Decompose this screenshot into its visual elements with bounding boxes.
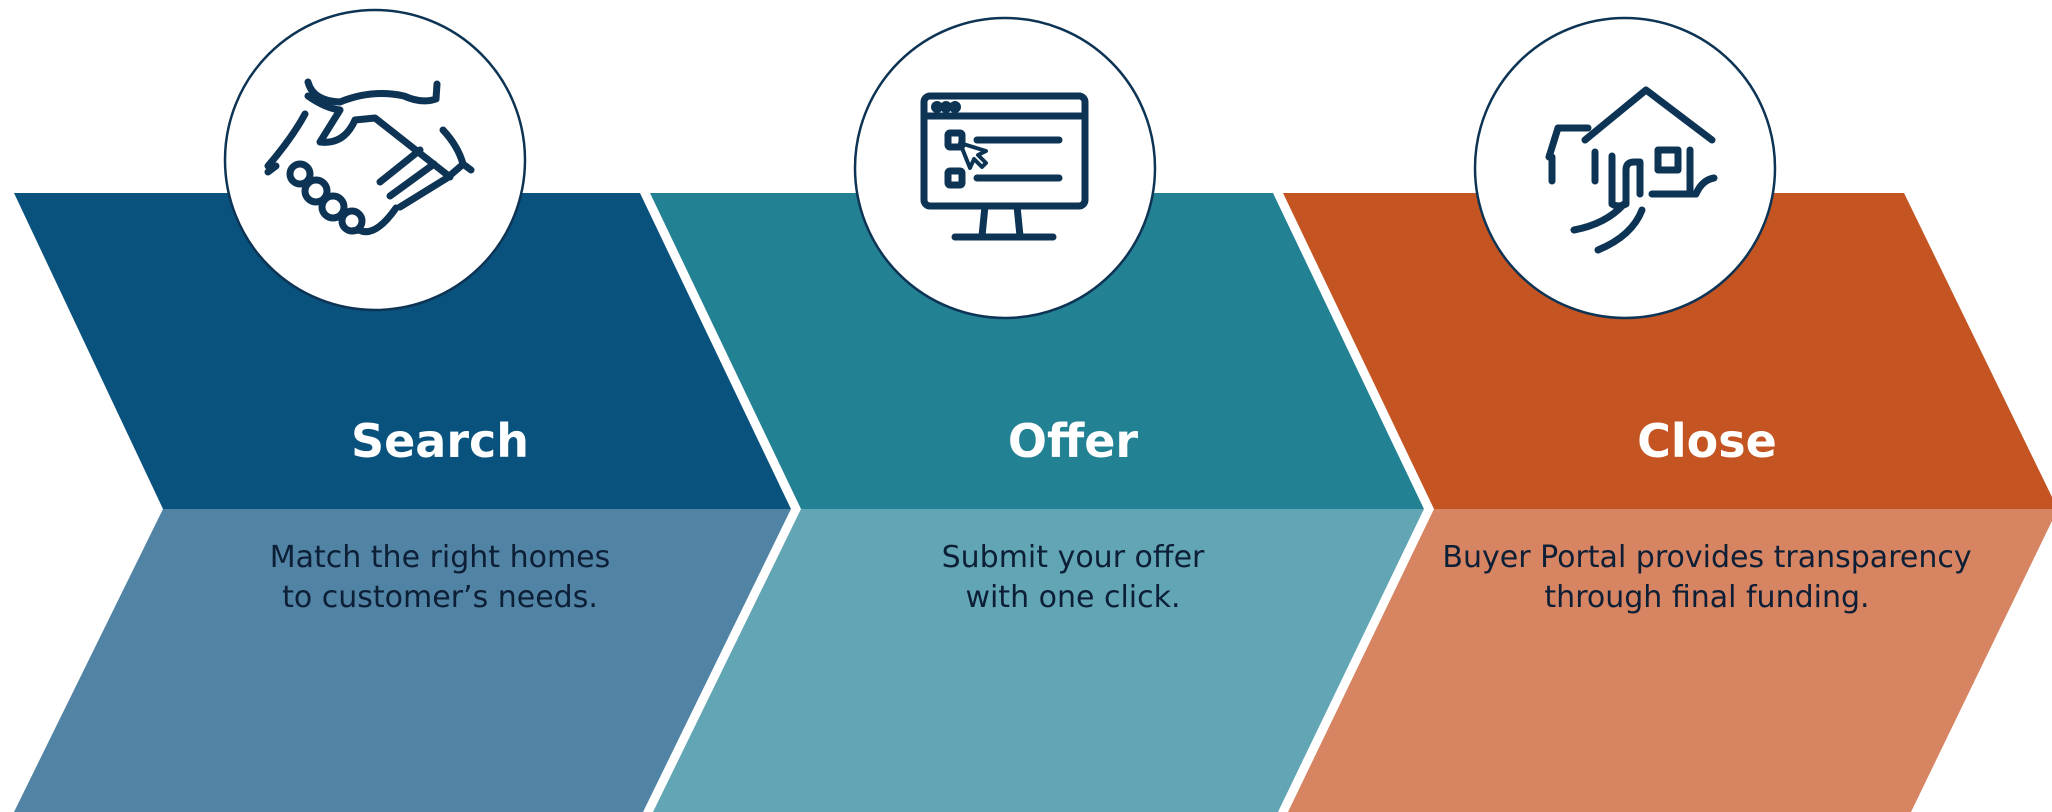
computer-screen-icon-badge: [853, 16, 1157, 320]
step-search-description-line-1: Match the right homes: [270, 540, 611, 575]
process-diagram: Search Match the right homes to customer…: [14, 8, 2052, 812]
step-search-description-line-2: to customer’s needs.: [282, 580, 598, 615]
step-close-description-line-2: through final funding.: [1544, 580, 1869, 615]
step-offer-description-line-1: Submit your offer: [942, 540, 1205, 575]
step-offer-title: Offer: [1008, 414, 1139, 468]
step-close-title: Close: [1637, 414, 1777, 468]
step-close-description-line-1: Buyer Portal provides transparency: [1442, 540, 1971, 575]
house-icon-badge: [1473, 16, 1777, 320]
handshake-icon-badge: [223, 8, 527, 312]
step-search-title: Search: [351, 414, 529, 468]
step-offer-description-line-2: with one click.: [965, 580, 1180, 615]
